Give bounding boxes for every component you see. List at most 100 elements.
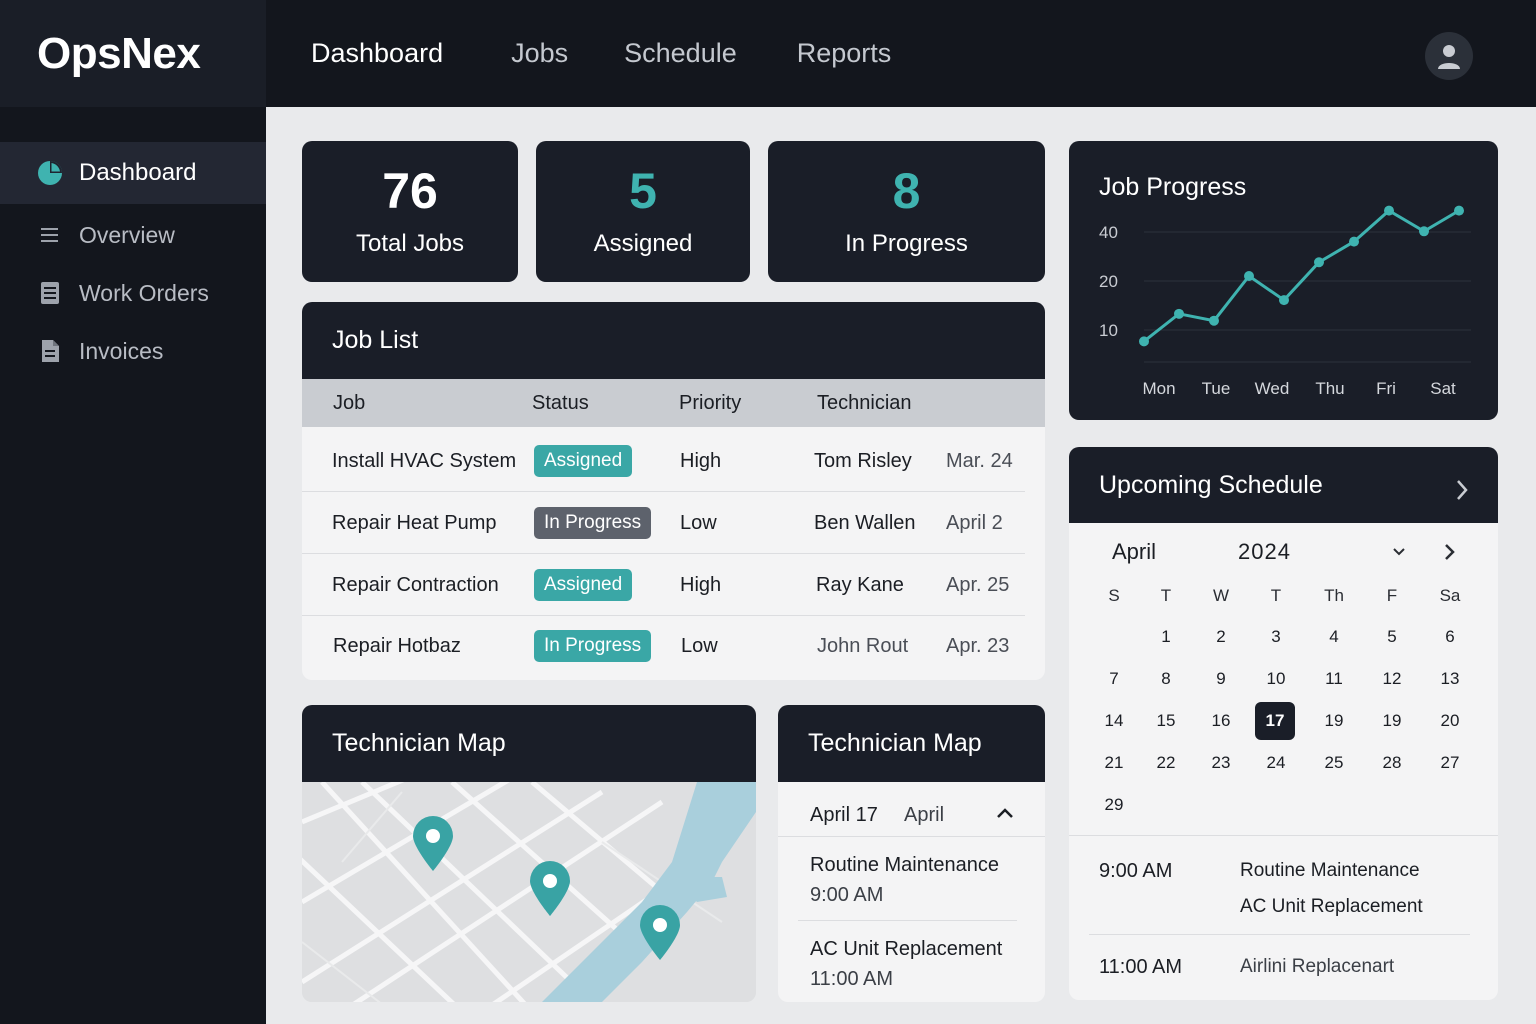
calendar-day[interactable]: 4 (1314, 618, 1354, 656)
calendar-month[interactable]: April (1112, 539, 1156, 565)
chevron-right-icon[interactable] (1455, 479, 1469, 501)
weekday-label: F (1386, 586, 1398, 605)
calendar-day[interactable]: 7 (1094, 660, 1134, 698)
brand-logo[interactable]: OpsNex (0, 0, 266, 107)
column-job[interactable]: Job (333, 392, 365, 415)
calendar-day[interactable]: 15 (1146, 702, 1186, 740)
calendar-day[interactable]: 17 (1255, 702, 1295, 740)
calendar-day[interactable]: 19 (1372, 702, 1412, 740)
job-name: Install HVAC System (332, 450, 517, 472)
calendar-day[interactable]: 13 (1430, 660, 1470, 698)
x-tick-label: Tue (1202, 379, 1231, 398)
table-row[interactable]: Install HVAC System Assigned High Tom Ri… (302, 430, 1045, 492)
data-point[interactable] (1139, 336, 1149, 347)
calendar-day[interactable]: 16 (1201, 702, 1241, 740)
top-nav: Dashboard Jobs Schedule Reports (311, 0, 891, 107)
top-bar: OpsNex Dashboard Jobs Schedule Reports (0, 0, 1536, 107)
topnav-reports[interactable]: Reports (797, 38, 892, 69)
calendar-day[interactable]: 8 (1146, 660, 1186, 698)
data-point[interactable] (1174, 308, 1184, 319)
user-avatar[interactable] (1425, 32, 1473, 80)
job-date: Apr. 25 (946, 574, 1010, 596)
topnav-dashboard[interactable]: Dashboard (311, 38, 443, 69)
data-point[interactable] (1384, 205, 1394, 216)
next-month-chevron-icon[interactable] (1444, 543, 1456, 561)
data-point[interactable] (1244, 271, 1254, 281)
calendar-day[interactable]: 25 (1314, 744, 1354, 782)
y-tick-label: 20 (1099, 272, 1118, 291)
column-priority[interactable]: Priority (679, 392, 741, 415)
table-row[interactable]: Repair Heat Pump In Progress Low Ben Wal… (302, 492, 1045, 554)
stat-value: 5 (629, 162, 657, 219)
data-point[interactable] (1454, 205, 1464, 216)
x-tick-label: Wed (1255, 379, 1290, 398)
calendar-day[interactable]: 11 (1314, 660, 1354, 698)
data-point[interactable] (1314, 257, 1324, 268)
column-status[interactable]: Status (532, 392, 589, 415)
status-badge: In Progress (534, 630, 652, 662)
calendar-day[interactable]: 9 (1201, 660, 1241, 698)
calendar-day[interactable]: 21 (1094, 744, 1134, 782)
map-view[interactable] (302, 769, 756, 1002)
pie-chart-icon (37, 160, 63, 186)
event-title[interactable]: AC Unit Replacement (1240, 896, 1423, 918)
map-pin-icon[interactable] (411, 815, 455, 873)
calendar-day[interactable]: 5 (1372, 618, 1412, 656)
weekday-label: Th (1324, 586, 1344, 605)
data-point[interactable] (1419, 226, 1429, 237)
user-icon (1438, 45, 1460, 69)
status-badge: Assigned (534, 445, 633, 477)
topnav-schedule[interactable]: Schedule (624, 38, 737, 69)
sidebar-item-label: Overview (79, 221, 175, 248)
chevron-up-icon[interactable] (996, 807, 1014, 819)
stat-in-progress[interactable]: 8 In Progress (768, 141, 1045, 282)
calendar-day[interactable]: 12 (1372, 660, 1412, 698)
calendar-day[interactable]: 24 (1256, 744, 1296, 782)
job-progress-card: Job Progress 40 20 10 Mon Tue Wed Thu Fri Sat (1069, 141, 1498, 420)
calendar-day[interactable]: 1 (1146, 618, 1186, 656)
technician-schedule-panel: Technician Map April 17 April Routine Ma… (778, 705, 1045, 1002)
schedule-item-name[interactable]: Routine Maintenance (810, 854, 999, 877)
job-date: Mar. 24 (946, 450, 1013, 472)
schedule-item-time: 11:00 AM (810, 968, 894, 990)
data-point[interactable] (1349, 236, 1359, 247)
calendar-day[interactable]: 10 (1256, 660, 1296, 698)
sidebar-item-work-orders[interactable]: Work Orders (0, 262, 266, 324)
calendar-year[interactable]: 2024 (1238, 539, 1291, 565)
event-title[interactable]: Airlini Replacenart (1240, 956, 1394, 978)
calendar-day[interactable]: 2 (1201, 618, 1241, 656)
calendar-day[interactable]: 6 (1430, 618, 1470, 656)
calendar-day[interactable]: 29 (1094, 786, 1134, 824)
chevron-down-icon[interactable] (1392, 547, 1406, 557)
calendar-day[interactable]: 3 (1256, 618, 1296, 656)
stat-assigned[interactable]: 5 Assigned (536, 141, 750, 282)
weekday-label: T (1270, 586, 1282, 605)
calendar-day[interactable]: 27 (1430, 744, 1470, 782)
column-technician[interactable]: Technician (817, 392, 912, 415)
schedule-item-name[interactable]: AC Unit Replacement (810, 938, 1002, 961)
sidebar-item-dashboard[interactable]: Dashboard (0, 142, 266, 204)
map-title: Technician Map (302, 705, 756, 782)
table-row[interactable]: Repair Hotbaz In Progress Low John Rout … (302, 615, 1045, 677)
event-title[interactable]: Routine Maintenance (1240, 860, 1420, 882)
map-pin-icon[interactable] (528, 860, 572, 918)
calendar-day[interactable]: 28 (1372, 744, 1412, 782)
calendar-day[interactable]: 23 (1201, 744, 1241, 782)
topnav-jobs[interactable]: Jobs (511, 38, 568, 69)
map-pin-icon[interactable] (638, 904, 682, 962)
stat-total-jobs[interactable]: 76 Total Jobs (302, 141, 518, 282)
calendar-day[interactable]: 22 (1146, 744, 1186, 782)
table-row[interactable]: Repair Contraction Assigned High Ray Kan… (302, 554, 1045, 616)
sidebar-item-invoices[interactable]: Invoices (0, 320, 266, 382)
calendar-day[interactable]: 14 (1094, 702, 1134, 740)
calendar-day[interactable]: 20 (1430, 702, 1470, 740)
tech-schedule-month[interactable]: April (904, 804, 944, 827)
divider (1089, 934, 1470, 935)
sidebar-item-overview[interactable]: Overview (0, 204, 266, 266)
calendar-day[interactable]: 19 (1314, 702, 1354, 740)
x-tick-label: Fri (1376, 379, 1396, 398)
technician-name: Tom Risley (814, 450, 912, 472)
data-point[interactable] (1279, 295, 1289, 306)
brand-name: OpsNex (37, 28, 201, 78)
data-point[interactable] (1209, 315, 1219, 326)
